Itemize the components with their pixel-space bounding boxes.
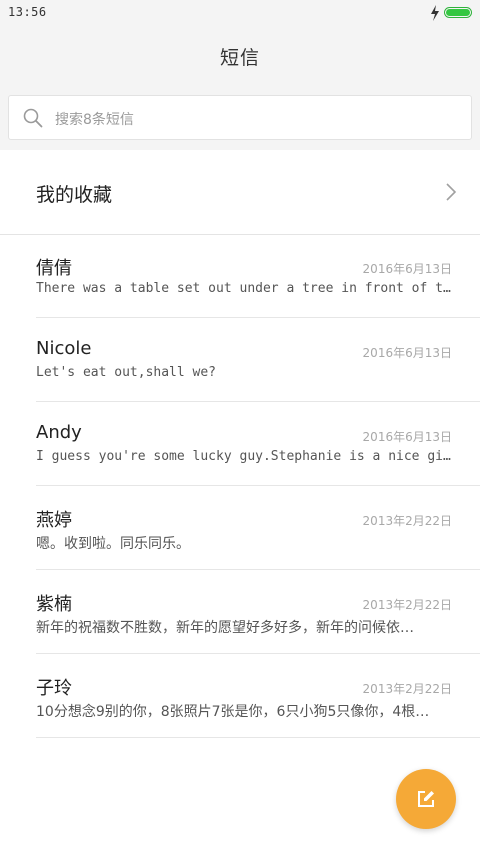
status-bar: 13:56 <box>0 0 480 26</box>
message-item[interactable]: Nicole 2016年6月13日 Let's eat out,shall we… <box>36 318 480 402</box>
message-date: 2016年6月13日 <box>362 346 452 360</box>
favorites-row[interactable]: 我的收藏 <box>0 150 480 235</box>
message-preview: 嗯。收到啦。同乐同乐。 <box>36 536 190 552</box>
compose-button[interactable] <box>396 769 456 829</box>
chevron-right-icon <box>446 183 457 201</box>
page-title: 短信 <box>219 47 260 69</box>
message-item[interactable]: Andy 2016年6月13日 I guess you're some luck… <box>36 402 480 486</box>
message-date: 2016年6月13日 <box>362 262 452 276</box>
search-icon <box>23 108 43 128</box>
message-preview: 10分想念9别的你，8张照片7张是你，6只小狗5只像你，4根… <box>36 704 430 720</box>
message-preview: 新年的祝福数不胜数，新年的愿望好多好多，新年的问候依… <box>36 620 414 636</box>
message-item[interactable]: 燕婷 2013年2月22日 嗯。收到啦。同乐同乐。 <box>36 486 480 570</box>
message-preview: Let's eat out,shall we? <box>36 365 217 380</box>
message-date: 2016年6月13日 <box>362 430 452 444</box>
search-area: 搜索8条短信 <box>0 84 480 151</box>
search-input[interactable]: 搜索8条短信 <box>8 95 472 140</box>
message-preview: I guess you're some lucky guy.Stephanie … <box>36 449 452 464</box>
message-sender: 燕婷 <box>36 510 72 531</box>
message-sender: 倩倩 <box>36 258 72 279</box>
compose-icon <box>418 791 434 807</box>
message-date: 2013年2月22日 <box>362 598 452 612</box>
header: 短信 <box>0 26 480 84</box>
battery-icon <box>444 7 472 18</box>
charging-icon <box>431 5 439 21</box>
favorites-label: 我的收藏 <box>36 184 113 206</box>
message-sender: Nicole <box>36 338 92 359</box>
message-date: 2013年2月22日 <box>362 514 452 528</box>
message-sender: Andy <box>36 422 82 443</box>
message-sender: 子玲 <box>36 678 72 699</box>
message-sender: 紫楠 <box>36 594 72 615</box>
message-date: 2013年2月22日 <box>362 682 452 696</box>
message-item[interactable]: 子玲 2013年2月22日 10分想念9别的你，8张照片7张是你，6只小狗5只像… <box>36 654 480 738</box>
message-item[interactable]: 紫楠 2013年2月22日 新年的祝福数不胜数，新年的愿望好多好多，新年的问候依… <box>36 570 480 654</box>
message-item[interactable]: 倩倩 2016年6月13日 There was a table set out … <box>36 234 480 318</box>
message-preview: There was a table set out under a tree i… <box>36 281 452 296</box>
status-time: 13:56 <box>8 5 47 19</box>
search-placeholder: 搜索8条短信 <box>55 112 134 128</box>
